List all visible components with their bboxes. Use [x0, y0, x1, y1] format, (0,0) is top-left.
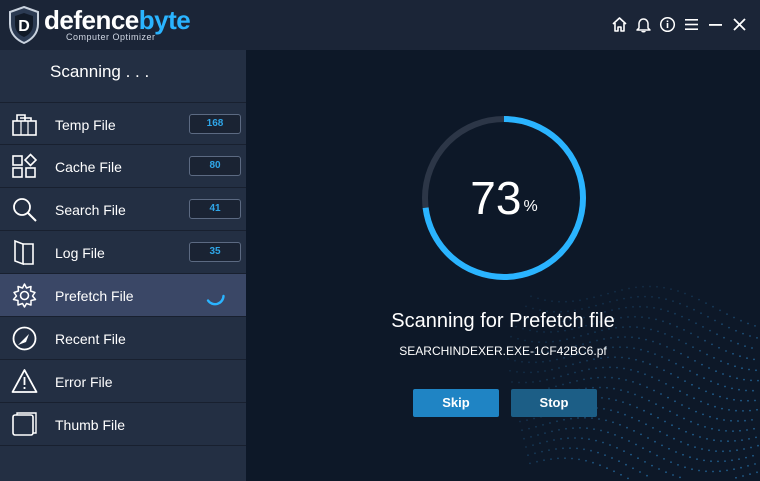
bell-icon[interactable] [634, 14, 652, 34]
sidebar-item-label: Cache File [55, 159, 122, 175]
scan-panel: 73% Scanning for Prefetch file SEARCHIND… [246, 50, 760, 481]
item-count-badge: 80 [189, 156, 241, 176]
window-controls [610, 14, 748, 34]
cache-file-icon [12, 153, 38, 178]
prefetch-file-icon [12, 283, 37, 308]
sidebar-item-error-file[interactable]: Error File [0, 360, 246, 403]
sidebar: Scanning . . . Temp File 168 Cache File … [0, 50, 246, 481]
item-count-badge: 168 [189, 114, 241, 134]
sidebar-item-search-file[interactable]: Search File 41 [0, 188, 246, 231]
sidebar-item-label: Log File [55, 245, 105, 261]
item-count-badge: 35 [189, 242, 241, 262]
app-logo: D defencebyte Computer Optimizer [8, 4, 198, 46]
item-count-badge: 41 [189, 199, 241, 219]
sidebar-item-log-file[interactable]: Log File 35 [0, 231, 246, 274]
sidebar-item-label: Error File [55, 374, 113, 390]
sidebar-item-label: Thumb File [55, 417, 126, 433]
sidebar-item-label: Prefetch File [55, 288, 134, 304]
sidebar-item-temp-file[interactable]: Temp File 168 [0, 102, 246, 145]
scanning-status-title: Scanning . . . [50, 62, 150, 81]
sidebar-item-recent-file[interactable]: Recent File [0, 317, 246, 360]
brand-name-part1: defence [44, 5, 139, 35]
error-file-icon [11, 369, 38, 393]
stop-button[interactable]: Stop [511, 389, 597, 417]
progress-value: 73 [470, 172, 522, 224]
thumb-file-icon [12, 412, 37, 436]
log-file-icon [14, 239, 34, 266]
sidebar-item-thumb-file[interactable]: Thumb File [0, 403, 246, 446]
recent-file-icon [12, 326, 37, 351]
sidebar-item-label: Recent File [55, 331, 126, 347]
loading-spinner-icon [206, 294, 225, 306]
svg-text:D: D [18, 18, 30, 35]
current-scanned-file: SEARCHINDEXER.EXE-1CF42BC6.pf [399, 344, 607, 358]
close-icon[interactable] [730, 14, 748, 34]
scan-message: Scanning for Prefetch file [391, 310, 615, 332]
scan-category-list: Temp File 168 Cache File 80 Search File … [0, 102, 246, 446]
brand-name: defencebyte [44, 5, 191, 35]
progress-percentage: 73% [418, 112, 590, 284]
home-icon[interactable] [610, 14, 628, 34]
sidebar-item-cache-file[interactable]: Cache File 80 [0, 145, 246, 188]
sidebar-item-prefetch-file[interactable]: Prefetch File [0, 274, 246, 317]
sidebar-item-label: Search File [55, 202, 126, 218]
skip-button[interactable]: Skip [413, 389, 499, 417]
brand-tagline: Computer Optimizer [66, 32, 156, 42]
shield-logo-icon: D [9, 6, 39, 44]
minimize-icon[interactable] [706, 14, 724, 34]
temp-file-icon [12, 114, 37, 136]
brand-name-part2: byte [138, 5, 191, 35]
menu-icon[interactable] [682, 14, 700, 34]
info-icon[interactable] [658, 14, 676, 34]
search-file-icon [13, 198, 37, 222]
progress-percent-symbol: % [523, 198, 538, 215]
sidebar-item-label: Temp File [55, 117, 116, 133]
title-bar: D defencebyte Computer Optimizer [0, 0, 760, 50]
